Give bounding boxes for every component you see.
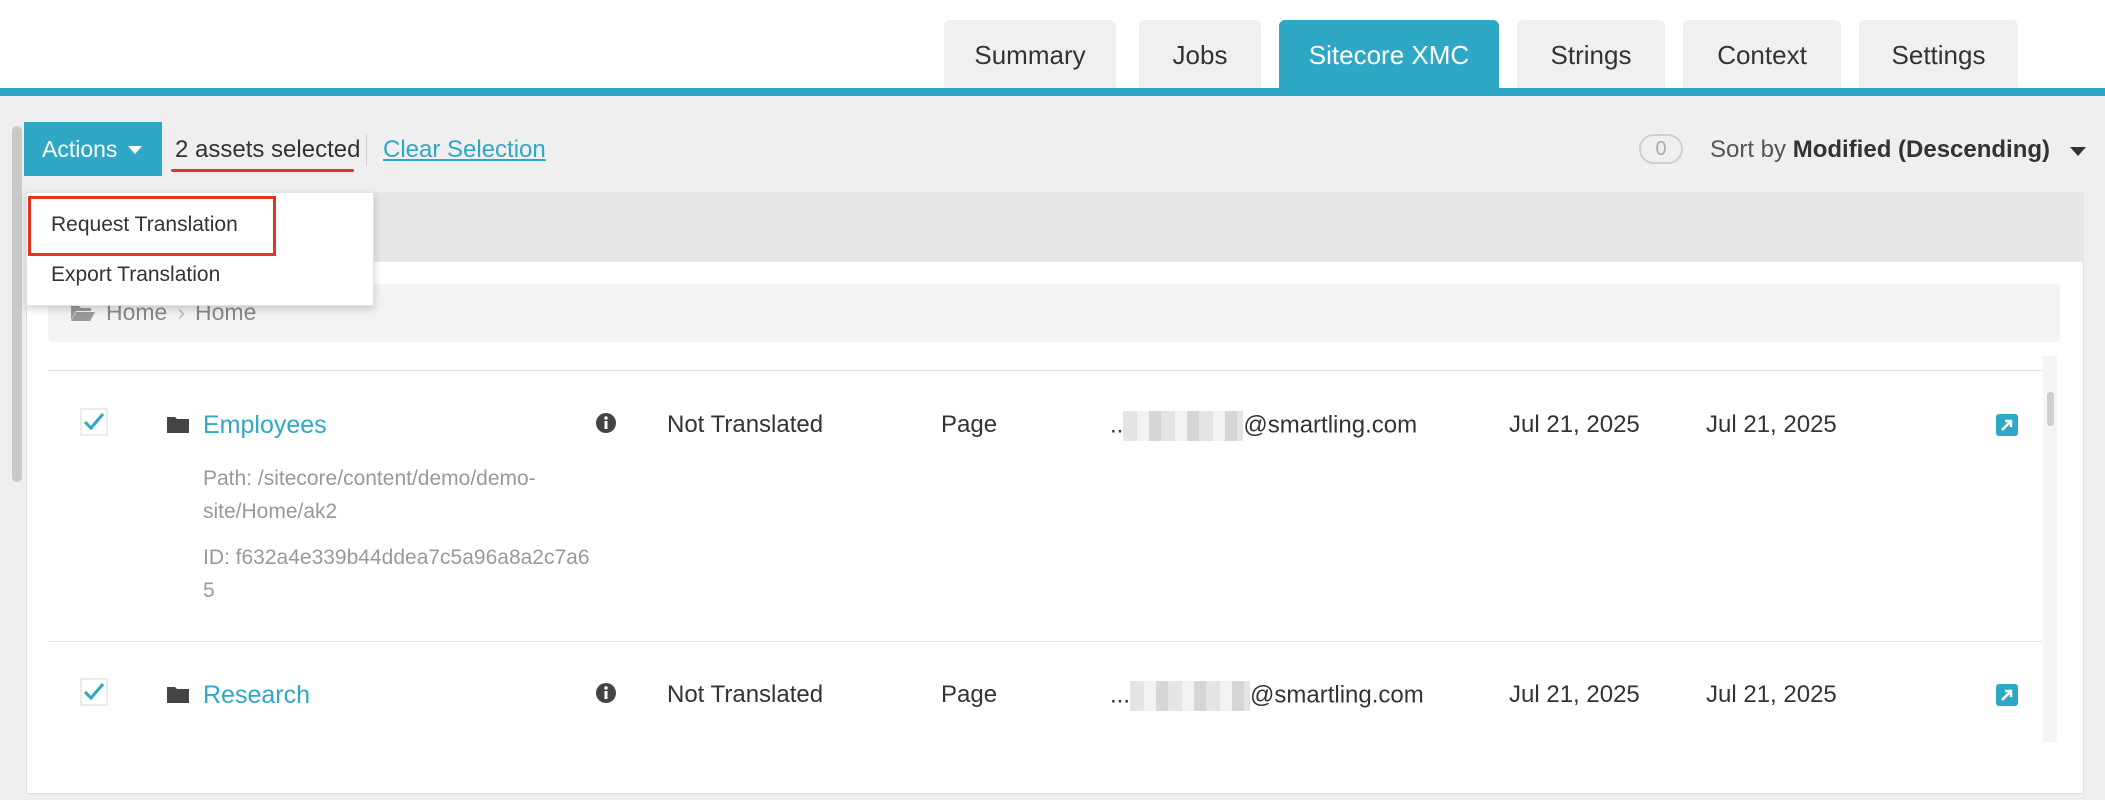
selection-count: 2 assets selected xyxy=(175,136,361,163)
asset-type: Page xyxy=(941,411,998,438)
tab-context[interactable]: Context xyxy=(1683,20,1841,90)
actions-label: Actions xyxy=(42,135,118,162)
sort-caret-icon[interactable] xyxy=(2070,147,2086,156)
asset-path: Path: /sitecore/content/demo/demo-site/H… xyxy=(203,467,536,523)
asset-author: ... @smartling.com xyxy=(1110,681,1424,711)
actions-button[interactable]: Actions xyxy=(24,122,162,176)
redacted-name xyxy=(1130,681,1251,711)
toolbar-divider xyxy=(366,134,367,166)
info-icon[interactable] xyxy=(596,413,616,433)
author-email: @smartling.com xyxy=(1243,411,1418,439)
modified-date: Jul 21, 2025 xyxy=(1706,411,1837,438)
row-divider xyxy=(48,370,2042,371)
translation-status: Not Translated xyxy=(667,681,824,708)
tab-strings[interactable]: Strings xyxy=(1517,20,1665,90)
left-scrollbar[interactable] xyxy=(12,126,22,482)
asset-name-link[interactable]: Research xyxy=(203,681,310,710)
tab-summary[interactable]: Summary xyxy=(944,20,1116,90)
author-prefix: .. xyxy=(1110,411,1124,439)
count-badge: 0 xyxy=(1639,134,1683,164)
tab-jobs[interactable]: Jobs xyxy=(1139,20,1261,90)
menu-item-export-translation[interactable]: Export Translation xyxy=(51,263,220,287)
author-email: @smartling.com xyxy=(1250,681,1424,709)
created-date: Jul 21, 2025 xyxy=(1509,411,1640,438)
selection-annotation-underline xyxy=(171,169,354,172)
caret-down-icon xyxy=(128,146,142,154)
open-external-icon[interactable] xyxy=(1996,414,2018,436)
open-external-icon[interactable] xyxy=(1996,684,2018,706)
row-divider xyxy=(48,641,2042,642)
info-icon[interactable] xyxy=(596,683,616,703)
tab-settings[interactable]: Settings xyxy=(1859,20,2018,90)
tab-sitecore-xmc[interactable]: Sitecore XMC xyxy=(1279,20,1499,90)
asset-id: ID: f632a4e339b44ddea7c5a96a8a2c7a65 xyxy=(203,546,590,602)
asset-type: Page xyxy=(941,681,998,708)
asset-name-link[interactable]: Employees xyxy=(203,411,327,440)
clear-selection-link[interactable]: Clear Selection xyxy=(383,136,546,164)
folder-icon xyxy=(167,687,189,703)
tab-underline xyxy=(0,88,2105,96)
redacted-name xyxy=(1123,411,1244,441)
sort-dropdown[interactable]: Sort by Modified (Descending) xyxy=(1710,136,2050,164)
row-checkbox[interactable] xyxy=(80,678,108,706)
translation-status: Not Translated xyxy=(667,411,824,438)
asset-author: .. @smartling.com xyxy=(1110,411,1417,441)
row-checkbox[interactable] xyxy=(80,408,108,436)
list-scrollbar-thumb[interactable] xyxy=(2047,392,2054,426)
request-translation-annotation-box xyxy=(28,196,276,256)
tab-bar: Summary Jobs Sitecore XMC Strings Contex… xyxy=(0,0,2105,90)
created-date: Jul 21, 2025 xyxy=(1509,681,1640,708)
sort-prefix: Sort by xyxy=(1710,136,1787,163)
sort-value: Modified (Descending) xyxy=(1792,136,2051,163)
author-prefix: ... xyxy=(1110,681,1131,709)
folder-icon xyxy=(167,417,189,433)
modified-date: Jul 21, 2025 xyxy=(1706,681,1837,708)
